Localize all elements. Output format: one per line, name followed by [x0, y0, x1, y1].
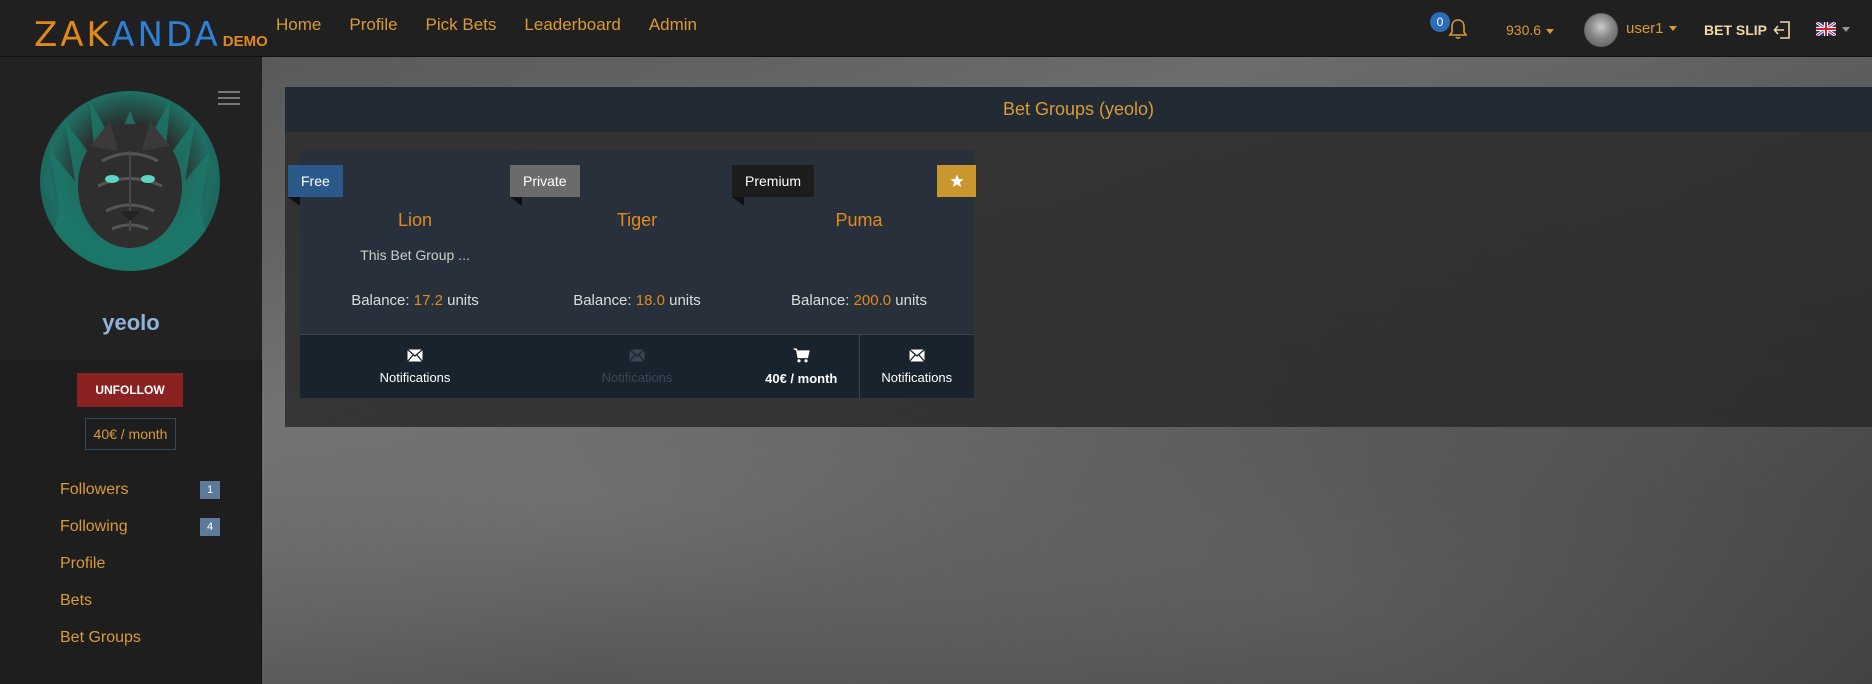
- action-label: Notifications: [881, 369, 953, 385]
- group-type-badge: Private: [510, 165, 580, 206]
- group-type-badge: Premium: [732, 165, 815, 206]
- cart-icon: [793, 347, 810, 362]
- chevron-down-icon: [1546, 28, 1555, 34]
- chevron-down-icon: [1842, 26, 1850, 32]
- subscription-price: 40€ / month: [85, 418, 176, 450]
- sidebar-item-profile[interactable]: Profile: [60, 545, 220, 582]
- sidebar: yeolo UNFOLLOW 40€ / month Followers 1 F…: [0, 57, 262, 684]
- following-count-badge: 4: [200, 517, 220, 536]
- bet-slip-button[interactable]: BET SLIP: [1704, 20, 1791, 40]
- balance-dropdown[interactable]: 930.6: [1506, 22, 1555, 38]
- sidebar-item-followers[interactable]: Followers 1: [60, 471, 220, 508]
- group-balance: Balance: 17.2 units: [300, 292, 530, 309]
- envelope-icon: [629, 348, 645, 362]
- username: user1: [1626, 19, 1664, 37]
- notifications-button[interactable]: Notifications: [858, 335, 974, 398]
- action-label: Notifications: [379, 369, 451, 385]
- balance-value: 17.2: [413, 292, 443, 309]
- balance-prefix: Balance:: [791, 292, 850, 309]
- followers-count-badge: 1: [200, 480, 220, 499]
- notification-count-badge: 0: [1430, 12, 1450, 32]
- nav-admin[interactable]: Admin: [635, 14, 711, 36]
- group-title[interactable]: Lion: [300, 210, 530, 231]
- notifications-button: Notifications: [522, 335, 752, 398]
- brand-name-part2: ANDA: [111, 15, 221, 55]
- profile-avatar: [40, 91, 220, 271]
- balance-value: 18.0: [635, 292, 665, 309]
- bell-icon: [1448, 19, 1468, 40]
- sidebar-item-label: Following: [60, 517, 128, 535]
- sidebar-item-label: Profile: [60, 554, 106, 572]
- group-description: This Bet Group ...: [360, 247, 470, 263]
- card-actions: 40€ / month Notifications: [744, 334, 974, 398]
- star-icon[interactable]: [937, 165, 976, 197]
- balance-suffix: units: [447, 292, 479, 309]
- balance-suffix: units: [895, 292, 927, 309]
- balance-prefix: Balance:: [351, 292, 410, 309]
- bet-group-card-lion: Free Lion This Bet Group ... Balance: 17…: [288, 150, 530, 398]
- unfollow-button[interactable]: UNFOLLOW: [77, 373, 183, 407]
- main-nav: Home Profile Pick Bets Leaderboard Admin: [262, 14, 711, 36]
- sidebar-item-label: Followers: [60, 480, 129, 498]
- group-balance: Balance: 200.0 units: [744, 292, 974, 309]
- group-type-badge: Free: [288, 165, 343, 206]
- nav-profile[interactable]: Profile: [335, 14, 411, 36]
- action-label: 40€ / month: [765, 370, 838, 386]
- balance-prefix: Balance:: [573, 292, 632, 309]
- group-title[interactable]: Puma: [744, 210, 974, 231]
- envelope-icon: [407, 348, 423, 362]
- top-navbar: ZAKANDA DEMO Home Profile Pick Bets Lead…: [0, 0, 1872, 57]
- card-actions: Notifications: [522, 334, 752, 398]
- tiger-avatar-icon: [40, 101, 220, 271]
- sidebar-item-label: Bet Groups: [60, 628, 141, 646]
- bet-groups-panel: Bet Groups (yeolo) Free Lion This Bet Gr…: [285, 87, 1872, 427]
- bet-slip-label: BET SLIP: [1704, 22, 1768, 38]
- chevron-down-icon: [1668, 25, 1677, 31]
- nav-home[interactable]: Home: [262, 14, 335, 36]
- panel-title: Bet Groups (yeolo): [285, 87, 1872, 132]
- brand-name: ZAKANDA: [34, 18, 221, 52]
- group-balance: Balance: 18.0 units: [522, 292, 752, 309]
- balance-value: 200.0: [853, 292, 892, 309]
- action-label: Notifications: [601, 369, 673, 385]
- menu-toggle-icon[interactable]: [218, 91, 240, 107]
- uk-flag-icon: [1816, 22, 1836, 36]
- notifications-button[interactable]: Notifications: [300, 335, 530, 398]
- profile-card: yeolo: [0, 57, 262, 360]
- card-actions: Notifications: [300, 334, 530, 398]
- brand-logo[interactable]: ZAKANDA DEMO: [34, 12, 268, 52]
- sign-out-icon: [1773, 21, 1790, 39]
- profile-name: yeolo: [102, 310, 160, 335]
- sidebar-item-bets[interactable]: Bets: [60, 582, 220, 619]
- subscribe-button[interactable]: 40€ / month: [744, 335, 859, 398]
- sidebar-item-following[interactable]: Following 4: [60, 508, 220, 545]
- avatar: [1584, 13, 1618, 47]
- star-glyph: [950, 174, 963, 187]
- nav-leaderboard[interactable]: Leaderboard: [510, 14, 634, 36]
- group-title[interactable]: Tiger: [522, 210, 752, 231]
- sidebar-menu: Followers 1 Following 4 Profile Bets Bet…: [60, 471, 220, 656]
- nav-pick-bets[interactable]: Pick Bets: [412, 14, 511, 36]
- language-selector[interactable]: [1816, 22, 1850, 36]
- notifications-button[interactable]: 0: [1430, 12, 1470, 42]
- balance-suffix: units: [669, 292, 701, 309]
- main-content: Bet Groups (yeolo) Free Lion This Bet Gr…: [262, 57, 1872, 684]
- bet-group-card-puma: Premium Puma Balance: 200.0 units 40€ / …: [732, 150, 976, 398]
- envelope-icon: [908, 348, 925, 362]
- brand-name-part1: ZAK: [34, 15, 112, 55]
- sidebar-item-bet-groups[interactable]: Bet Groups: [60, 619, 220, 656]
- balance-value: 930.6: [1506, 22, 1542, 38]
- bet-group-card-tiger: Private Tiger Balance: 18.0 units Notifi…: [510, 150, 752, 398]
- sidebar-item-label: Bets: [60, 591, 93, 609]
- user-menu[interactable]: user1: [1584, 13, 1677, 47]
